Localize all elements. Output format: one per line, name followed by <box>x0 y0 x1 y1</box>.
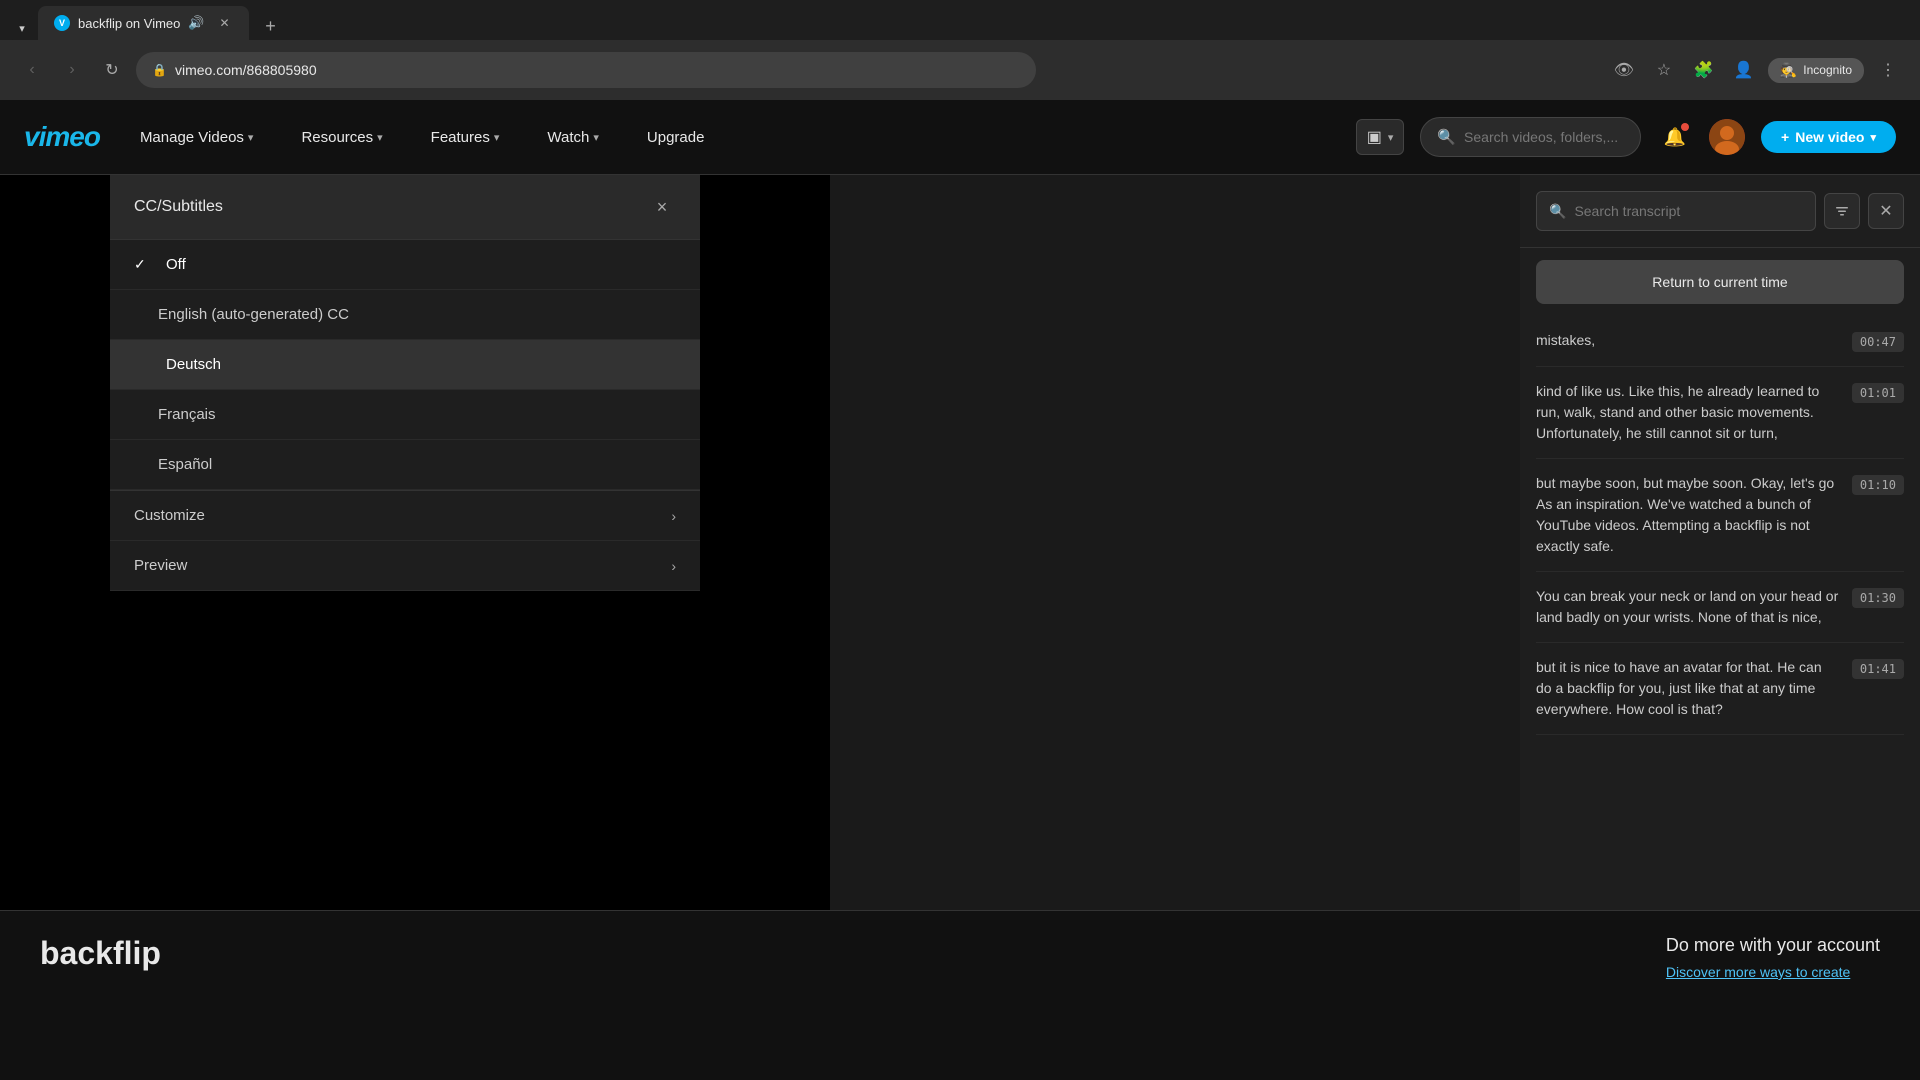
tab-title: backflip on Vimeo <box>78 16 180 31</box>
transcript-search-icon: 🔍 <box>1549 203 1566 220</box>
nav-features[interactable]: Features ▾ <box>423 121 508 154</box>
bookmark-icon[interactable]: ☆ <box>1648 54 1680 86</box>
cc-close-button[interactable]: × <box>648 193 676 221</box>
transcript-filter-button[interactable] <box>1824 193 1860 229</box>
transcript-time-1: 01:01 <box>1852 383 1904 403</box>
transcript-text-3: You can break your neck or land on your … <box>1536 586 1840 628</box>
cc-customize-expandable[interactable]: Customize › <box>110 491 700 541</box>
transcript-entry-3[interactable]: You can break your neck or land on your … <box>1536 572 1904 643</box>
address-bar[interactable]: 🔒 vimeo.com/868805980 <box>136 52 1036 88</box>
transcript-time-2: 01:10 <box>1852 475 1904 495</box>
incognito-icon: 🕵 <box>1780 62 1797 79</box>
tab-close-button[interactable]: ✕ <box>217 15 233 31</box>
cc-option-off[interactable]: ✓ Off <box>110 240 700 290</box>
cc-option-espanol[interactable]: Español <box>110 440 700 490</box>
transcript-time-4: 01:41 <box>1852 659 1904 679</box>
address-text: vimeo.com/868805980 <box>175 62 317 78</box>
transcript-entry-4[interactable]: but it is nice to have an avatar for tha… <box>1536 643 1904 735</box>
vimeo-logo[interactable]: vimeo <box>24 121 100 153</box>
tab-list-dropdown[interactable]: ▾ <box>10 16 34 40</box>
search-icon: 🔍 <box>1437 128 1456 146</box>
notifications-button[interactable]: 🔔 <box>1657 119 1693 155</box>
do-more-title: Do more with your account <box>1666 935 1880 956</box>
video-title: backflip <box>40 935 161 972</box>
cc-preview-expandable[interactable]: Preview › <box>110 541 700 591</box>
transcript-entries: mistakes, 00:47 kind of like us. Like th… <box>1520 316 1920 735</box>
menu-icon[interactable]: ⋮ <box>1872 54 1904 86</box>
new-video-label: New video <box>1795 129 1864 145</box>
nav-chevron-manage: ▾ <box>248 131 254 144</box>
lock-icon: 🔒 <box>152 63 167 77</box>
browser-chrome: ▾ V backflip on Vimeo 🔊 ✕ + ‹ › ↻ 🔒 vime… <box>0 0 1920 100</box>
return-to-current-time-button[interactable]: Return to current time <box>1536 260 1904 304</box>
new-video-button[interactable]: + New video ▾ <box>1761 121 1896 153</box>
workspace-selector[interactable]: ▣ ▾ <box>1356 119 1405 155</box>
cc-preview-label: Preview <box>134 557 187 574</box>
new-video-chevron: ▾ <box>1870 131 1876 144</box>
new-tab-button[interactable]: + <box>257 12 285 40</box>
cc-subtitles-panel: CC/Subtitles × ✓ Off English (auto-gener… <box>110 175 700 591</box>
vimeo-header: vimeo Manage Videos ▾ Resources ▾ Featur… <box>0 100 1920 175</box>
new-video-plus-icon: + <box>1781 129 1789 145</box>
cc-menu: ✓ Off English (auto-generated) CC ✓ Deut… <box>110 240 700 591</box>
bottom-bar: backflip Do more with your account Disco… <box>0 910 1920 1080</box>
cc-option-english-auto[interactable]: English (auto-generated) CC <box>110 290 700 340</box>
cc-option-francais[interactable]: Français <box>110 390 700 440</box>
video-title-area: backflip <box>40 935 161 972</box>
incognito-badge: 🕵 Incognito <box>1768 58 1864 83</box>
do-more-link[interactable]: Discover more ways to create <box>1666 964 1850 980</box>
back-button[interactable]: ‹ <box>16 54 48 86</box>
avatar[interactable] <box>1709 119 1745 155</box>
active-tab[interactable]: V backflip on Vimeo 🔊 ✕ <box>38 6 249 40</box>
transcript-text-4: but it is nice to have an avatar for tha… <box>1536 657 1840 720</box>
transcript-entry-1[interactable]: kind of like us. Like this, he already l… <box>1536 367 1904 459</box>
screen-reader-icon[interactable]: 👁 <box>1608 54 1640 86</box>
tab-audio-icon: 🔊 <box>188 15 204 31</box>
notification-badge <box>1681 123 1689 131</box>
cc-panel-header: CC/Subtitles × <box>110 175 700 240</box>
search-bar[interactable]: 🔍 <box>1420 117 1641 157</box>
cc-customize-label: Customize <box>134 507 205 524</box>
workspace-chevron: ▾ <box>1388 131 1394 144</box>
nav-resources[interactable]: Resources ▾ <box>293 121 390 154</box>
profile-icon[interactable]: 👤 <box>1728 54 1760 86</box>
cc-customize-chevron: › <box>671 508 676 524</box>
transcript-time-0: 00:47 <box>1852 332 1904 352</box>
tab-favicon: V <box>54 15 70 31</box>
cc-panel-title: CC/Subtitles <box>134 198 223 216</box>
forward-button[interactable]: › <box>56 54 88 86</box>
search-input[interactable] <box>1464 129 1624 145</box>
incognito-label: Incognito <box>1803 63 1852 77</box>
check-icon: ✓ <box>134 256 154 273</box>
transcript-entry-0[interactable]: mistakes, 00:47 <box>1536 316 1904 367</box>
transcript-search-input[interactable] <box>1574 203 1803 219</box>
browser-actions: 👁 ☆ 🧩 👤 🕵 Incognito ⋮ <box>1608 54 1904 86</box>
refresh-button[interactable]: ↻ <box>96 54 128 86</box>
nav-manage-videos[interactable]: Manage Videos ▾ <box>132 121 262 154</box>
browser-tabs: ▾ V backflip on Vimeo 🔊 ✕ + <box>0 0 1920 40</box>
header-right: ▣ ▾ 🔍 🔔 + New video ▾ <box>1356 117 1896 157</box>
nav-upgrade[interactable]: Upgrade <box>639 121 713 154</box>
transcript-entry-2[interactable]: but maybe soon, but maybe soon. Okay, le… <box>1536 459 1904 572</box>
cc-preview-chevron: › <box>671 558 676 574</box>
transcript-search-box[interactable]: 🔍 <box>1536 191 1816 231</box>
transcript-close-button[interactable]: ✕ <box>1868 193 1904 229</box>
workspace-icon: ▣ <box>1367 127 1382 147</box>
browser-nav: ‹ › ↻ 🔒 vimeo.com/868805980 👁 ☆ 🧩 👤 🕵 In… <box>0 40 1920 100</box>
do-more-area: Do more with your account Discover more … <box>1666 935 1880 982</box>
transcript-text-2: but maybe soon, but maybe soon. Okay, le… <box>1536 473 1840 557</box>
nav-chevron-resources: ▾ <box>377 131 383 144</box>
nav-watch[interactable]: Watch ▾ <box>539 121 606 154</box>
nav-chevron-features: ▾ <box>494 131 500 144</box>
transcript-text-1: kind of like us. Like this, he already l… <box>1536 381 1840 444</box>
main-content: CC/Subtitles × ✓ Off English (auto-gener… <box>0 175 1920 1080</box>
transcript-time-3: 01:30 <box>1852 588 1904 608</box>
nav-chevron-watch: ▾ <box>593 131 599 144</box>
transcript-header: 🔍 ✕ <box>1520 175 1920 248</box>
cc-option-deutsch[interactable]: ✓ Deutsch <box>110 340 700 390</box>
transcript-text-0: mistakes, <box>1536 330 1840 351</box>
extensions-icon[interactable]: 🧩 <box>1688 54 1720 86</box>
